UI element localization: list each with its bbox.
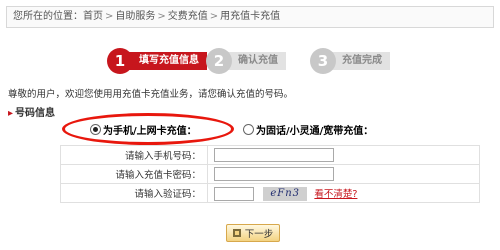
form-row-phone: 请输入手机号码： (60, 145, 480, 165)
radio-landline-label: 为固话/小灵通/宽带充值： (256, 126, 374, 137)
breadcrumb-separator: > (209, 11, 219, 22)
breadcrumb-link-home[interactable]: 首页 (83, 11, 103, 22)
breadcrumb-current: 用充值卡充值 (220, 11, 281, 22)
captcha-input[interactable] (214, 186, 254, 201)
form-row-captcha: 请输入验证码： eFn3 看不清楚? (60, 183, 480, 203)
section-title-text: 号码信息 (15, 108, 56, 119)
recharge-form: 请输入手机号码： 请输入充值卡密码： 请输入验证码： eFn3 看不清楚? (60, 145, 480, 203)
breadcrumb: 您所在的位置：首页 > 自助服务 > 交费充值 > 用充值卡充值 (6, 6, 494, 28)
step-2-number: 2 (206, 48, 232, 74)
step-3-number: 3 (310, 48, 336, 74)
radio-mobile[interactable]: 为手机/上网卡充值： (90, 122, 197, 137)
captcha-image: eFn3 (263, 186, 308, 201)
section-marker-icon: ▸ (8, 108, 14, 119)
next-arrow-icon (232, 229, 241, 237)
phone-input[interactable] (214, 148, 334, 162)
card-password-label: 请输入充值卡密码： (60, 164, 208, 184)
breadcrumb-separator: > (157, 11, 166, 22)
recharge-type-group: 为手机/上网卡充值： 为固话/小灵通/宽带充值： (60, 119, 480, 141)
section-title: ▸ 号码信息 (8, 104, 55, 119)
breadcrumb-separator: > (105, 11, 114, 22)
radio-landline-indicator[interactable] (243, 124, 254, 135)
radio-landline[interactable]: 为固话/小灵通/宽带充值： (243, 122, 373, 137)
radio-mobile-label: 为手机/上网卡充值： (103, 126, 197, 137)
radio-mobile-indicator[interactable] (90, 124, 101, 135)
step-1-label: 填写充值信息 (121, 52, 207, 70)
next-step-button[interactable]: 下一步 (226, 224, 280, 242)
breadcrumb-link-self-service[interactable]: 自助服务 (115, 11, 155, 22)
step-indicator: 填写充值信息 1 确认充值 2 充值完成 3 (0, 48, 500, 78)
step-1-number: 1 (107, 48, 133, 74)
breadcrumb-link-payment[interactable]: 交费充值 (168, 11, 208, 22)
welcome-text: 尊敬的用户，欢迎您使用用充值卡充值业务，请您确认充值的号码。 (8, 89, 294, 100)
captcha-refresh-link[interactable]: 看不清楚? (314, 189, 357, 200)
next-step-label: 下一步 (244, 229, 274, 240)
phone-label: 请输入手机号码： (60, 145, 208, 165)
card-password-input[interactable] (214, 167, 334, 181)
breadcrumb-prefix: 您所在的位置： (13, 11, 83, 22)
captcha-label: 请输入验证码： (60, 183, 208, 203)
form-row-card-password: 请输入充值卡密码： (60, 164, 480, 184)
